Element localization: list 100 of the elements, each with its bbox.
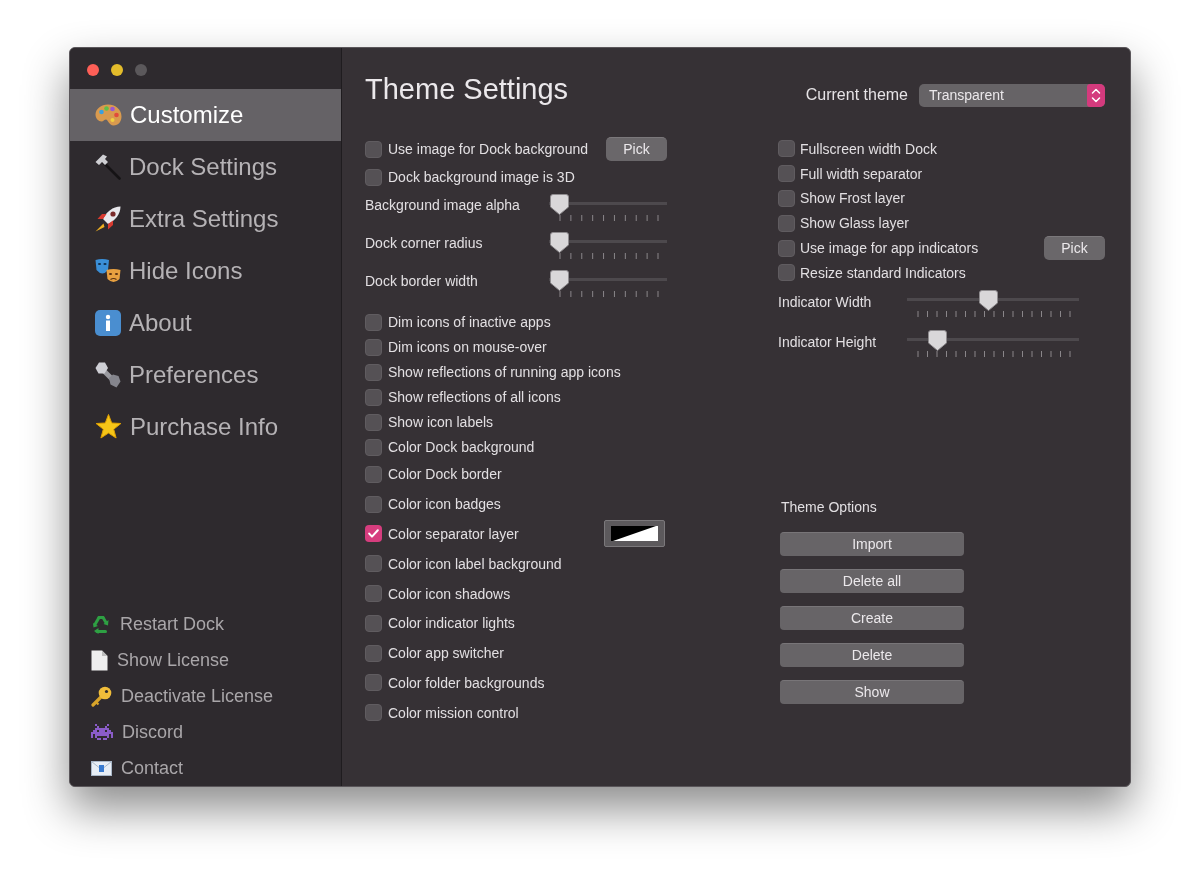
sidebar-link[interactable]: Discord (70, 714, 341, 751)
checkbox-label: Full width separator (800, 164, 923, 183)
checkbox[interactable] (365, 388, 382, 406)
theme-select[interactable]: Transparent (919, 83, 1105, 107)
checkbox[interactable] (778, 140, 795, 158)
tick-marks-icon (558, 215, 659, 221)
info-icon (95, 310, 121, 336)
checkbox[interactable] (365, 413, 382, 431)
checkbox-label: Dock background image is 3D (388, 168, 575, 186)
chevron-up-down-icon (1087, 83, 1105, 107)
checkbox-label: Color separator layer (388, 525, 519, 543)
checkbox[interactable] (365, 644, 382, 662)
action-button[interactable]: Create (780, 605, 964, 630)
recycle-icon (91, 615, 111, 635)
close-button[interactable] (87, 64, 99, 76)
checkbox[interactable] (365, 614, 382, 632)
nut-bolt-icon (95, 362, 121, 388)
sidebar-item[interactable]: Dock Settings (70, 141, 341, 193)
slider-thumb[interactable] (927, 329, 947, 351)
checkbox-label: Resize standard Indicators (800, 263, 966, 282)
checkbox[interactable] (365, 465, 382, 483)
checkbox-label: Dim icons on mouse-over (388, 338, 547, 356)
checkbox[interactable] (778, 165, 795, 183)
action-button[interactable]: Import (780, 531, 964, 556)
checkbox[interactable] (778, 264, 795, 282)
tick-marks-icon (916, 350, 1071, 357)
action-button[interactable]: Delete all (780, 568, 964, 593)
checkbox[interactable] (365, 168, 382, 186)
sidebar-link[interactable]: Deactivate License (70, 678, 341, 715)
checkbox[interactable] (365, 525, 382, 543)
action-button[interactable]: Delete (780, 642, 964, 667)
tick-marks-icon (558, 291, 659, 297)
checkbox-label: Show Frost layer (800, 189, 906, 208)
checkbox-label: Color icon badges (388, 495, 501, 514)
color-swatch-icon (611, 526, 658, 542)
checkbox[interactable] (365, 338, 382, 356)
sidebar-item[interactable]: Purchase Info (70, 401, 341, 453)
sidebar-item[interactable]: Hide Icons (70, 245, 341, 297)
checkmark-icon (368, 529, 379, 539)
checkbox-label: Color icon label background (388, 554, 562, 573)
sidebar-item[interactable]: Extra Settings (70, 193, 341, 245)
action-button[interactable]: Show (780, 679, 964, 704)
palette-icon (95, 104, 122, 126)
checkbox[interactable] (778, 190, 795, 207)
color-well[interactable] (604, 520, 665, 548)
minimize-button[interactable] (111, 64, 123, 76)
checkbox-label: Use image for app indicators (800, 239, 979, 258)
slider-label: Indicator Height (778, 332, 878, 352)
theme-label: Current theme (805, 85, 908, 105)
checkbox-label: Fullscreen width Dock (800, 139, 937, 158)
slider-thumb[interactable] (550, 270, 569, 291)
hammer-icon (95, 154, 121, 180)
slider-thumb[interactable] (550, 194, 569, 215)
checkbox-label: Show reflections of all icons (388, 388, 561, 406)
checkbox-label: Color Dock background (388, 438, 535, 456)
sidebar-link[interactable]: Contact (70, 750, 341, 786)
checkbox[interactable] (365, 495, 382, 513)
rocket-icon (95, 206, 121, 232)
slider-label: Dock border width (365, 272, 479, 291)
sidebar-link[interactable]: Show License (70, 642, 341, 679)
key-icon (91, 686, 112, 707)
document-icon (91, 650, 108, 672)
checkbox-label: Color Dock border (388, 465, 502, 484)
checkbox[interactable] (365, 313, 382, 331)
checkbox[interactable] (365, 140, 382, 158)
slider-label: Indicator Width (778, 292, 873, 312)
checkbox[interactable] (778, 239, 795, 257)
slider-label: Dock corner radius (365, 234, 484, 253)
theater-masks-icon (95, 257, 121, 285)
checkbox-label: Color folder backgrounds (388, 673, 545, 692)
checkbox-label: Color indicator lights (388, 614, 515, 633)
tick-marks-icon (916, 310, 1071, 317)
checkbox-label: Dim icons of inactive apps (388, 313, 551, 331)
checkbox[interactable] (365, 438, 382, 456)
checkbox[interactable] (365, 585, 382, 603)
tick-marks-icon (558, 253, 659, 259)
pick-button[interactable]: Pick (606, 137, 667, 161)
star-icon (95, 414, 122, 440)
checkbox-label: Show icon labels (388, 413, 494, 431)
checkbox-label: Color app switcher (388, 644, 504, 663)
checkbox[interactable] (778, 214, 795, 232)
sidebar-item[interactable]: Customize (70, 89, 341, 141)
checkbox[interactable] (365, 704, 382, 722)
checkbox-label: Color mission control (388, 703, 519, 722)
pick-button[interactable]: Pick (1044, 236, 1105, 261)
sidebar-item[interactable]: Preferences (70, 349, 341, 401)
checkbox-label: Show Glass layer (800, 214, 909, 233)
checkbox[interactable] (365, 674, 382, 692)
checkbox[interactable] (365, 555, 382, 573)
slider-thumb[interactable] (550, 232, 569, 253)
section-heading: Theme Options (781, 497, 878, 517)
sidebar-link[interactable]: Restart Dock (70, 607, 341, 643)
sidebar-item[interactable]: About (70, 297, 341, 349)
checkbox-label: Use image for Dock background (388, 140, 588, 158)
pixel-alien-icon (91, 724, 113, 741)
checkbox[interactable] (365, 363, 382, 381)
page-title: Theme Settings (365, 72, 569, 107)
checkbox-label: Show reflections of running app icons (388, 363, 621, 381)
slider-label: Background image alpha (365, 196, 521, 215)
slider-thumb[interactable] (979, 289, 999, 311)
